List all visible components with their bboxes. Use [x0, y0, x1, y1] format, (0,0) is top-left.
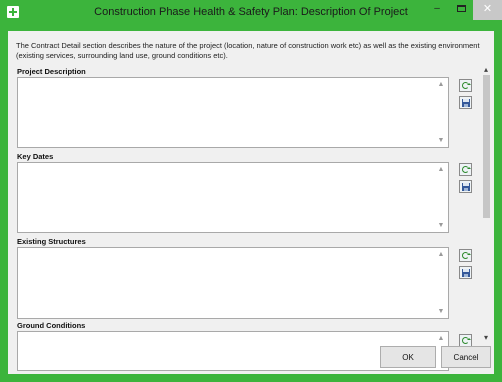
existing-structures-save-button[interactable] [459, 266, 472, 279]
section-label-key-dates: Key Dates [17, 152, 54, 161]
section-label-ground-conditions: Ground Conditions [17, 321, 86, 330]
refresh-icon [462, 82, 471, 89]
save-icon [462, 183, 470, 191]
refresh-icon [462, 166, 471, 173]
key-dates-refresh-button[interactable] [459, 163, 472, 176]
scroll-up-icon[interactable]: ▲ [435, 251, 447, 258]
save-icon [462, 269, 470, 277]
project-description-scrollbar[interactable]: ▲ ▼ [435, 79, 447, 146]
project-description-textarea[interactable]: ▲ ▼ [17, 77, 449, 148]
intro-text: The Contract Detail section describes th… [16, 41, 480, 60]
project-description-save-button[interactable] [459, 96, 472, 109]
dialog-body: The Contract Detail section describes th… [8, 31, 494, 374]
maximize-button[interactable] [449, 0, 473, 20]
form-scrollbar-thumb[interactable] [483, 75, 490, 218]
title-bar[interactable]: Construction Phase Health & Safety Plan:… [0, 0, 502, 24]
form-scrollbar[interactable]: ▴ ▾ [480, 65, 492, 342]
scroll-up-icon[interactable]: ▲ [435, 166, 447, 173]
key-dates-textarea[interactable]: ▲ ▼ [17, 162, 449, 233]
save-icon [462, 99, 470, 107]
scroll-up-icon[interactable]: ▲ [435, 81, 447, 88]
refresh-icon [462, 252, 471, 259]
project-description-refresh-button[interactable] [459, 79, 472, 92]
existing-structures-textarea[interactable]: ▲ ▼ [17, 247, 449, 319]
section-label-existing-structures: Existing Structures [17, 237, 86, 246]
scroll-down-icon[interactable]: ▼ [435, 222, 447, 229]
scroll-down-icon[interactable]: ▼ [435, 308, 447, 315]
cancel-button[interactable]: Cancel [441, 346, 491, 368]
existing-structures-refresh-button[interactable] [459, 249, 472, 262]
close-button[interactable]: ✕ [473, 0, 502, 20]
scroll-down-icon[interactable]: ▾ [480, 333, 492, 342]
section-label-project-description: Project Description [17, 67, 86, 76]
scroll-up-icon[interactable]: ▲ [435, 335, 447, 342]
ok-button[interactable]: OK [380, 346, 436, 368]
maximize-icon [456, 4, 466, 12]
key-dates-save-button[interactable] [459, 180, 472, 193]
key-dates-scrollbar[interactable]: ▲ ▼ [435, 164, 447, 231]
scroll-down-icon[interactable]: ▼ [435, 137, 447, 144]
minimize-button[interactable]: – [425, 0, 449, 20]
scroll-up-icon[interactable]: ▴ [480, 65, 492, 74]
minimize-icon: – [434, 3, 440, 14]
close-icon: ✕ [482, 3, 493, 15]
refresh-icon [462, 337, 471, 344]
existing-structures-scrollbar[interactable]: ▲ ▼ [435, 249, 447, 317]
